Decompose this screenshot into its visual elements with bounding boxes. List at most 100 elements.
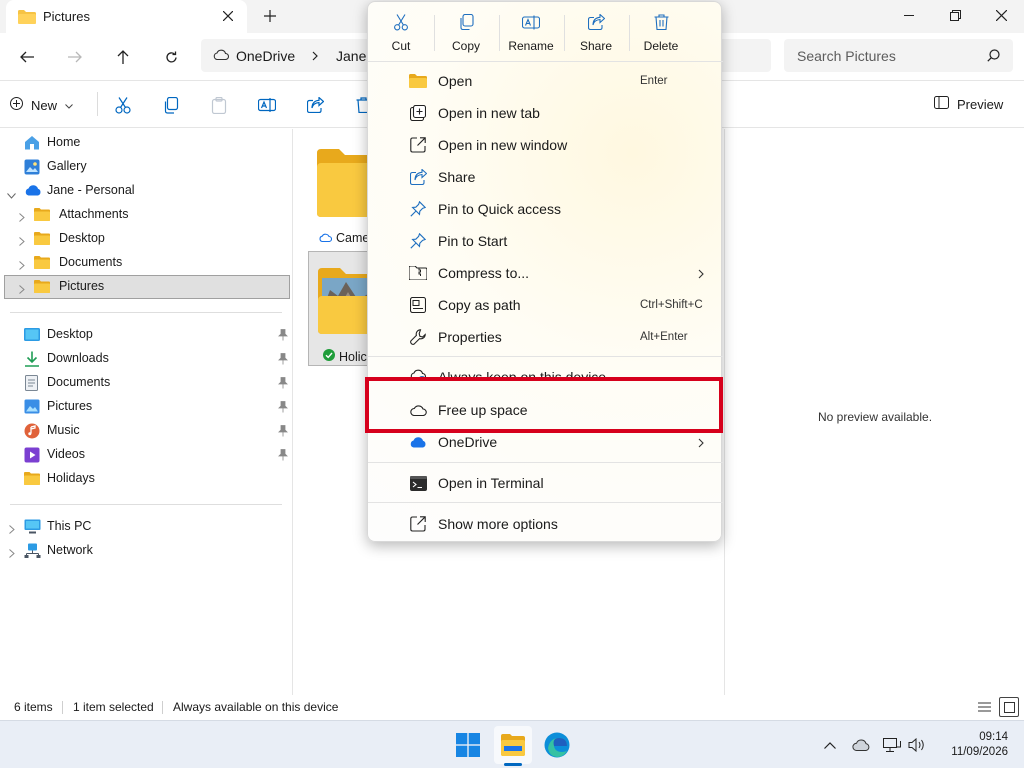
context-item-compress[interactable]: Compress to... — [368, 258, 723, 288]
pin-icon[interactable] — [278, 329, 288, 344]
context-divider — [499, 15, 500, 51]
chevron-right-icon[interactable] — [19, 283, 25, 297]
maximize-icon[interactable] — [932, 0, 978, 31]
pin-icon[interactable] — [278, 449, 288, 464]
chevron-right-icon[interactable] — [19, 211, 25, 225]
pin-icon[interactable] — [278, 425, 288, 440]
paste-icon[interactable] — [208, 94, 230, 116]
edge-browser-icon[interactable] — [538, 726, 576, 764]
context-item-label: Open in new window — [438, 137, 568, 153]
rename-icon[interactable] — [256, 94, 278, 116]
context-divider — [368, 61, 723, 62]
chevron-down-icon[interactable] — [7, 188, 16, 202]
context-item-open-new-tab[interactable]: Open in new tab — [368, 98, 723, 128]
context-menu: Cut Copy Rename Share Delete Open Enter … — [367, 1, 723, 542]
nav-item-label: Desktop — [47, 327, 93, 341]
context-item-properties[interactable]: Properties Alt+Enter — [368, 322, 723, 352]
nav-item-home[interactable]: Home — [4, 131, 290, 155]
context-divider — [368, 502, 723, 503]
tab-pictures[interactable]: Pictures — [6, 0, 247, 33]
share-icon[interactable] — [304, 94, 326, 116]
new-button[interactable]: New — [10, 91, 73, 119]
pin-icon — [409, 200, 427, 218]
context-item-open-new-window[interactable]: Open in new window — [368, 130, 723, 160]
nav-item-videos[interactable]: Videos — [4, 443, 290, 467]
nav-item-documents-onedrive[interactable]: Documents — [4, 251, 290, 275]
context-action-label: Copy — [451, 39, 480, 53]
pin-icon[interactable] — [278, 353, 288, 368]
context-share-button[interactable]: Share — [566, 12, 626, 56]
plus-icon[interactable] — [258, 5, 282, 27]
nav-item-attachments[interactable]: Attachments — [4, 203, 290, 227]
copy-icon[interactable] — [160, 94, 182, 116]
context-item-pin-start[interactable]: Pin to Start — [368, 226, 723, 256]
chevron-right-icon[interactable] — [9, 523, 15, 537]
file-explorer-icon[interactable] — [494, 726, 532, 764]
nav-item-desktop[interactable]: Desktop — [4, 323, 290, 347]
chevron-right-icon — [698, 268, 704, 282]
close-icon[interactable] — [217, 5, 239, 27]
back-arrow-icon[interactable] — [13, 43, 41, 71]
status-bar: 6 items 1 item selected Always available… — [0, 695, 1024, 720]
context-rename-button[interactable]: Rename — [501, 12, 561, 56]
context-item-open-terminal[interactable]: Open in Terminal — [368, 468, 723, 498]
nav-item-music[interactable]: Music — [4, 419, 290, 443]
nav-item-documents[interactable]: Documents — [4, 371, 290, 395]
up-arrow-icon[interactable] — [109, 43, 137, 71]
nav-item-label: Holidays — [47, 471, 95, 485]
nav-item-this-pc[interactable]: This PC — [4, 515, 290, 539]
context-item-share[interactable]: Share — [368, 162, 723, 192]
context-divider — [368, 462, 723, 463]
document-icon — [25, 375, 38, 394]
copy-path-icon — [409, 296, 427, 314]
nav-item-pictures[interactable]: Pictures — [4, 395, 290, 419]
volume-icon[interactable] — [907, 735, 927, 755]
cut-icon — [392, 13, 410, 31]
pin-icon[interactable] — [278, 377, 288, 392]
nav-item-network[interactable]: Network — [4, 539, 290, 563]
pin-icon[interactable] — [278, 401, 288, 416]
forward-arrow-icon[interactable] — [61, 43, 89, 71]
nav-item-jane-personal[interactable]: Jane - Personal — [4, 179, 290, 203]
large-icons-view-icon[interactable] — [999, 697, 1019, 717]
nav-item-pictures-onedrive[interactable]: Pictures — [4, 275, 290, 299]
context-item-copy-as-path[interactable]: Copy as path Ctrl+Shift+C — [368, 290, 723, 320]
context-item-pin-quick-access[interactable]: Pin to Quick access — [368, 194, 723, 224]
context-item-label: Pin to Quick access — [438, 201, 561, 217]
onedrive-tray-icon[interactable] — [851, 735, 871, 755]
context-cut-button[interactable]: Cut — [371, 12, 431, 56]
minimize-icon[interactable] — [886, 0, 932, 31]
nav-item-label: Pictures — [59, 279, 105, 293]
chevron-up-icon[interactable] — [820, 735, 840, 755]
context-copy-button[interactable]: Copy — [436, 12, 496, 56]
terminal-icon — [409, 474, 427, 492]
chevron-right-icon[interactable] — [9, 547, 15, 561]
search-input[interactable]: Search Pictures — [784, 39, 1013, 72]
details-view-icon[interactable] — [974, 697, 994, 717]
network-tray-icon[interactable] — [882, 735, 902, 755]
context-item-show-more-options[interactable]: Show more options — [368, 509, 723, 539]
chevron-right-icon[interactable] — [19, 235, 25, 249]
cut-icon[interactable] — [112, 94, 134, 116]
nav-item-holidays[interactable]: Holidays — [4, 467, 290, 491]
tab-title: Pictures — [43, 9, 90, 24]
nav-item-desktop-onedrive[interactable]: Desktop — [4, 227, 290, 251]
navigation-pane: Home Gallery Jane - Personal Attachments — [0, 129, 293, 695]
close-window-icon[interactable] — [978, 0, 1024, 31]
nav-item-gallery[interactable]: Gallery — [4, 155, 290, 179]
context-item-open[interactable]: Open Enter — [368, 66, 723, 96]
start-icon[interactable] — [449, 726, 487, 764]
breadcrumb-onedrive[interactable]: OneDrive — [236, 48, 295, 64]
folder-icon — [409, 72, 427, 90]
chevron-right-icon[interactable] — [312, 50, 318, 64]
context-action-label: Cut — [391, 39, 411, 53]
clock[interactable]: 09:14 11/09/2026 — [936, 730, 1008, 760]
cloud-icon — [213, 49, 229, 63]
chevron-right-icon[interactable] — [19, 259, 25, 273]
context-delete-button[interactable]: Delete — [631, 12, 691, 56]
new-label: New — [31, 97, 58, 113]
preview-button[interactable]: Preview — [934, 96, 1003, 112]
refresh-icon[interactable] — [157, 43, 185, 71]
nav-item-downloads[interactable]: Downloads — [4, 347, 290, 371]
breadcrumb-jane[interactable]: Jane — [336, 48, 366, 64]
